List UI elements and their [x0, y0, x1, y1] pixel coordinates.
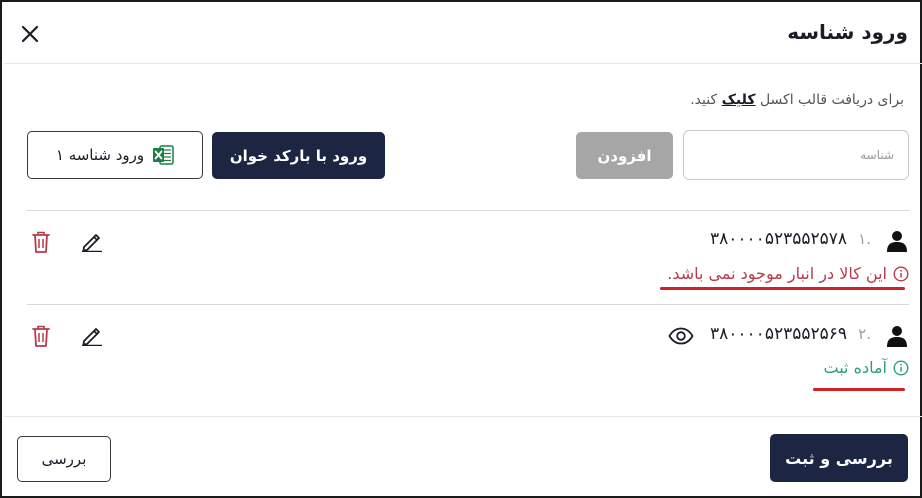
list-item: ۱. ۳۸۰۰۰۰۵۲۳۵۵۲۵۷۸ این کالا در انبار موج…	[27, 224, 909, 294]
pencil-icon[interactable]	[81, 230, 103, 252]
trash-icon[interactable]	[31, 230, 51, 254]
close-icon[interactable]	[18, 22, 42, 46]
pencil-icon[interactable]	[81, 324, 103, 346]
excel-template-hint: برای دریافت قالب اکسل کلیک کنید.	[690, 92, 904, 108]
item-status: آماده ثبت	[824, 358, 909, 377]
trash-icon[interactable]	[31, 324, 51, 348]
review-button[interactable]: بررسی	[17, 436, 111, 482]
item-status-text: آماده ثبت	[823, 358, 887, 377]
info-icon	[893, 265, 909, 282]
identifier-dialog: ورود شناسه برای دریافت قالب اکسل کلیک کن…	[0, 0, 922, 498]
item-code: ۳۸۰۰۰۰۵۲۳۵۵۲۵۷۸	[710, 229, 847, 249]
excel-entry-button[interactable]: ورود شناسه ۱	[27, 131, 203, 179]
error-underline	[660, 287, 905, 290]
eye-icon[interactable]	[668, 327, 694, 345]
list-item: ۲. ۳۸۰۰۰۰۵۲۳۵۵۲۵۶۹ آماده ثبت	[27, 318, 909, 398]
hint-text-before: برای دریافت قالب اکسل	[759, 92, 904, 108]
identifier-input[interactable]	[683, 130, 909, 180]
item-index: ۲.	[858, 325, 871, 343]
item-code: ۳۸۰۰۰۰۵۲۳۵۵۲۵۶۹	[710, 324, 847, 344]
user-icon	[887, 231, 907, 252]
add-button[interactable]: افزودن	[576, 132, 673, 179]
item-index: ۱.	[858, 230, 871, 248]
divider	[27, 304, 909, 305]
item-status: این کالا در انبار موجود نمی باشد.	[667, 264, 909, 283]
dialog-title: ورود شناسه	[787, 20, 908, 44]
barcode-entry-button[interactable]: ورود با بارکد خوان	[212, 132, 385, 179]
hint-text-after: کنید.	[690, 92, 718, 108]
dialog-header: ورود شناسه	[4, 4, 922, 64]
item-status-text: این کالا در انبار موجود نمی باشد.	[667, 264, 887, 283]
excel-icon	[153, 145, 174, 165]
excel-entry-label: ورود شناسه ۱	[55, 146, 145, 164]
divider	[27, 210, 909, 211]
dialog-footer: بررسی بررسی و ثبت	[4, 416, 922, 498]
info-icon	[893, 359, 909, 376]
review-and-submit-button[interactable]: بررسی و ثبت	[770, 434, 908, 482]
user-icon	[887, 326, 907, 347]
status-underline	[813, 388, 905, 391]
excel-template-link[interactable]: کلیک	[722, 92, 756, 108]
